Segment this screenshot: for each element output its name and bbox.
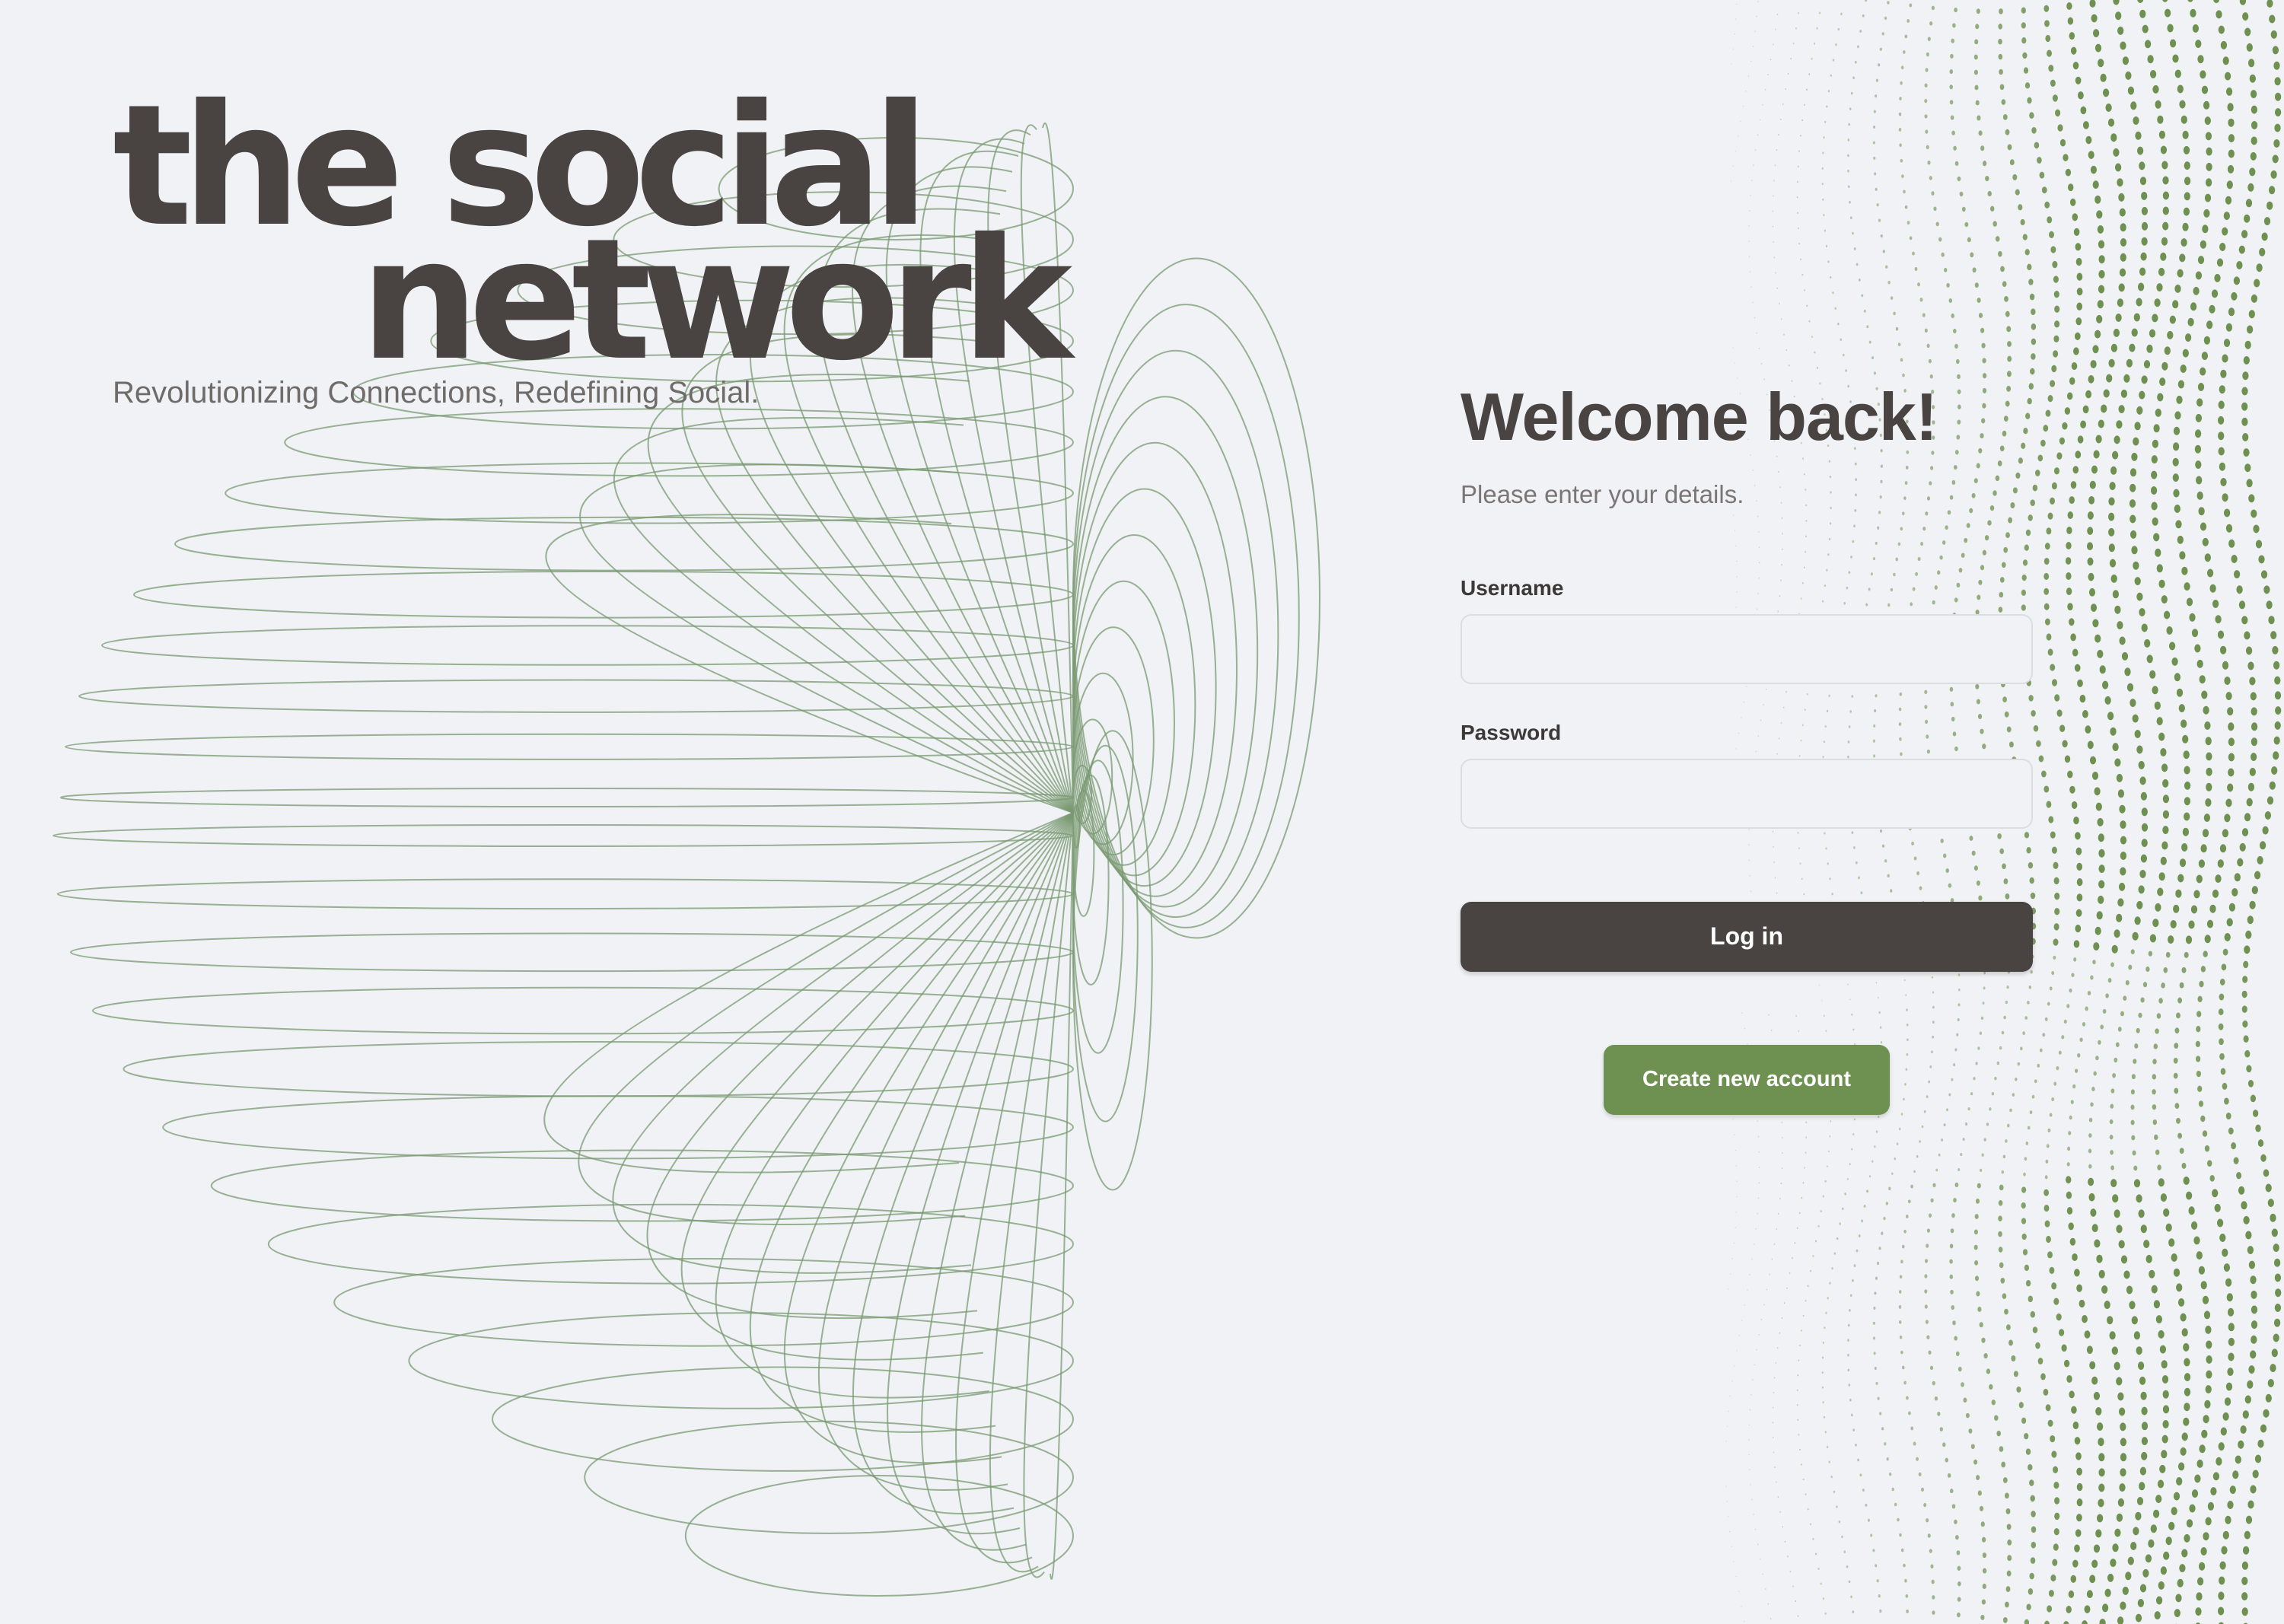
password-input[interactable] (1461, 758, 2033, 829)
password-label: Password (1461, 720, 1562, 744)
username-input[interactable] (1461, 613, 2033, 684)
create-account-button[interactable]: Create new account (1604, 1044, 1890, 1115)
brand-tagline: Revolutionizing Connections, Redefining … (113, 376, 760, 409)
page-subtitle: Please enter your details. (1461, 479, 1744, 508)
login-button[interactable]: Log in (1461, 901, 2033, 972)
login-form: Welcome back! Please enter your details.… (1461, 379, 2033, 1115)
page-title: Welcome back! (1461, 379, 1938, 454)
username-label: Username (1461, 575, 1564, 600)
brand-logo: the social network (113, 82, 1072, 397)
logo-line-2: network (360, 202, 1072, 397)
